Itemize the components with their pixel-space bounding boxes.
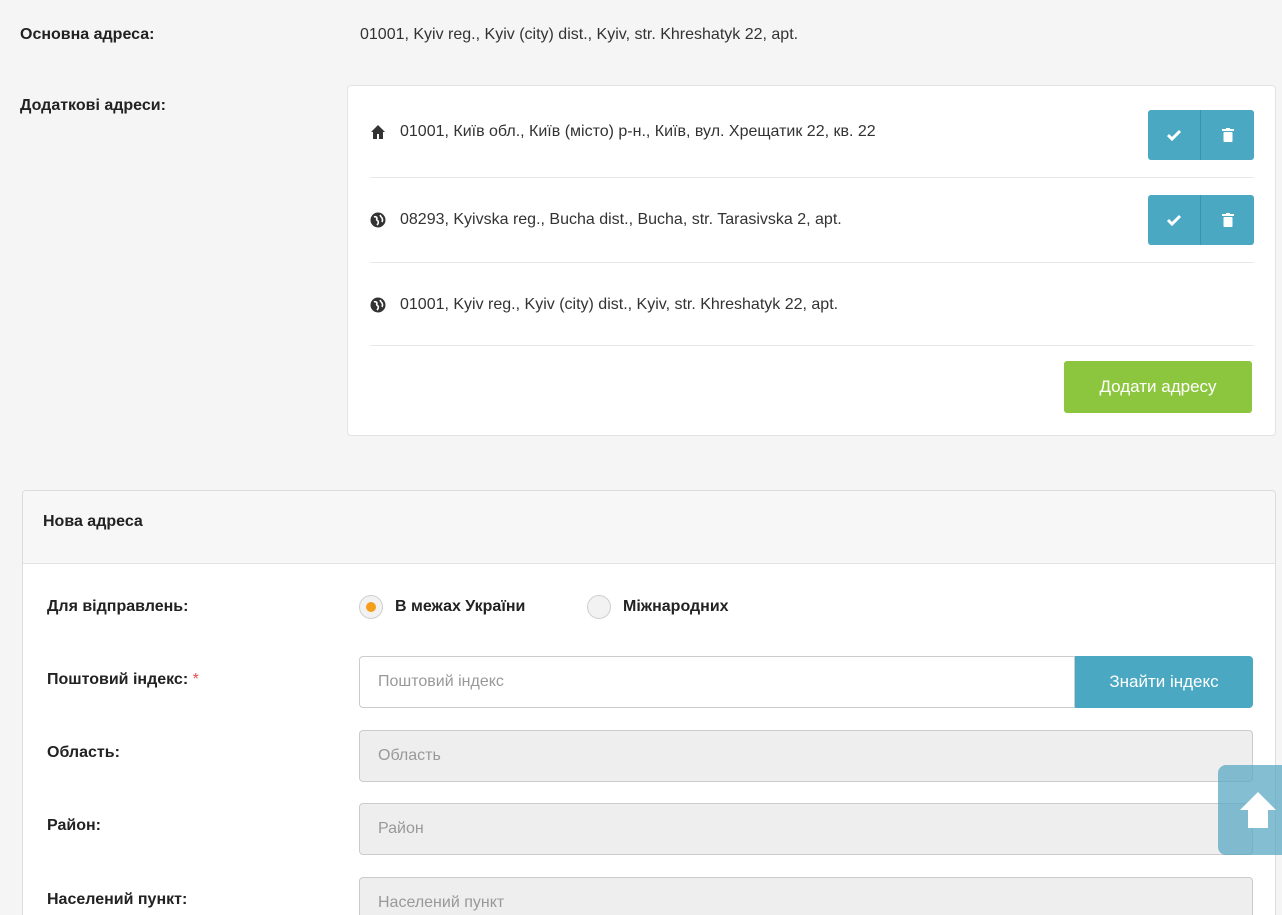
new-address-panel: Нова адреса Для відправлень: В межах Укр… — [22, 490, 1276, 915]
address-text: 01001, Kyiv reg., Kyiv (city) dist., Kyi… — [400, 296, 839, 313]
radio-international[interactable]: Міжнародних — [587, 595, 729, 619]
district-input — [359, 803, 1253, 855]
check-icon — [1167, 214, 1181, 226]
delete-button[interactable] — [1201, 110, 1254, 160]
address-row: 01001, Kyiv reg., Kyiv (city) dist., Kyi… — [370, 263, 1254, 346]
radio-label-domestic: В межах України — [395, 598, 526, 615]
set-primary-button[interactable] — [1148, 110, 1201, 160]
add-address-button[interactable]: Додати адресу — [1064, 361, 1252, 413]
shipments-label: Для відправлень: — [47, 598, 189, 615]
postal-code-label: Поштовий індекс: * — [47, 671, 199, 689]
postal-code-input[interactable] — [359, 656, 1075, 708]
postal-code-label-text: Поштовий індекс: — [47, 671, 189, 688]
region-input — [359, 730, 1253, 782]
address-row: 08293, Kyivska reg., Bucha dist., Bucha,… — [370, 178, 1254, 263]
extra-addresses-card: 01001, Київ обл., Київ (місто) р-н., Киї… — [347, 85, 1276, 436]
trash-icon — [1221, 213, 1234, 227]
address-text: 01001, Київ обл., Київ (місто) р-н., Киї… — [400, 123, 876, 140]
radio-button-selected[interactable] — [359, 595, 383, 619]
locality-label: Населений пункт: — [47, 891, 188, 908]
district-label: Район: — [47, 817, 101, 834]
set-primary-button[interactable] — [1148, 195, 1201, 245]
radio-domestic[interactable]: В межах України — [359, 595, 525, 619]
scroll-to-top-button[interactable] — [1218, 765, 1282, 855]
main-address-value: 01001, Kyiv reg., Kyiv (city) dist., Kyi… — [360, 26, 799, 43]
address-text: 08293, Kyivska reg., Bucha dist., Bucha,… — [400, 211, 842, 228]
globe-icon — [370, 212, 386, 228]
trash-icon — [1221, 128, 1234, 142]
delete-button[interactable] — [1201, 195, 1254, 245]
radio-button[interactable] — [587, 595, 611, 619]
globe-icon — [370, 297, 386, 313]
locality-input — [359, 877, 1253, 915]
extra-addresses-label: Додаткові адреси: — [20, 97, 166, 114]
region-label: Область: — [47, 744, 120, 761]
panel-title: Нова адреса — [43, 513, 143, 530]
check-icon — [1167, 129, 1181, 141]
panel-header: Нова адреса — [23, 491, 1275, 564]
main-address-label: Основна адреса: — [20, 26, 155, 43]
home-icon — [370, 124, 386, 140]
find-index-button[interactable]: Знайти індекс — [1075, 656, 1253, 708]
address-actions — [1148, 195, 1254, 245]
radio-label-international: Міжнародних — [623, 598, 729, 615]
address-row: 01001, Київ обл., Київ (місто) р-н., Киї… — [370, 86, 1254, 178]
required-mark: * — [192, 671, 199, 688]
address-actions — [1148, 110, 1254, 160]
arrow-up-icon — [1240, 792, 1276, 828]
